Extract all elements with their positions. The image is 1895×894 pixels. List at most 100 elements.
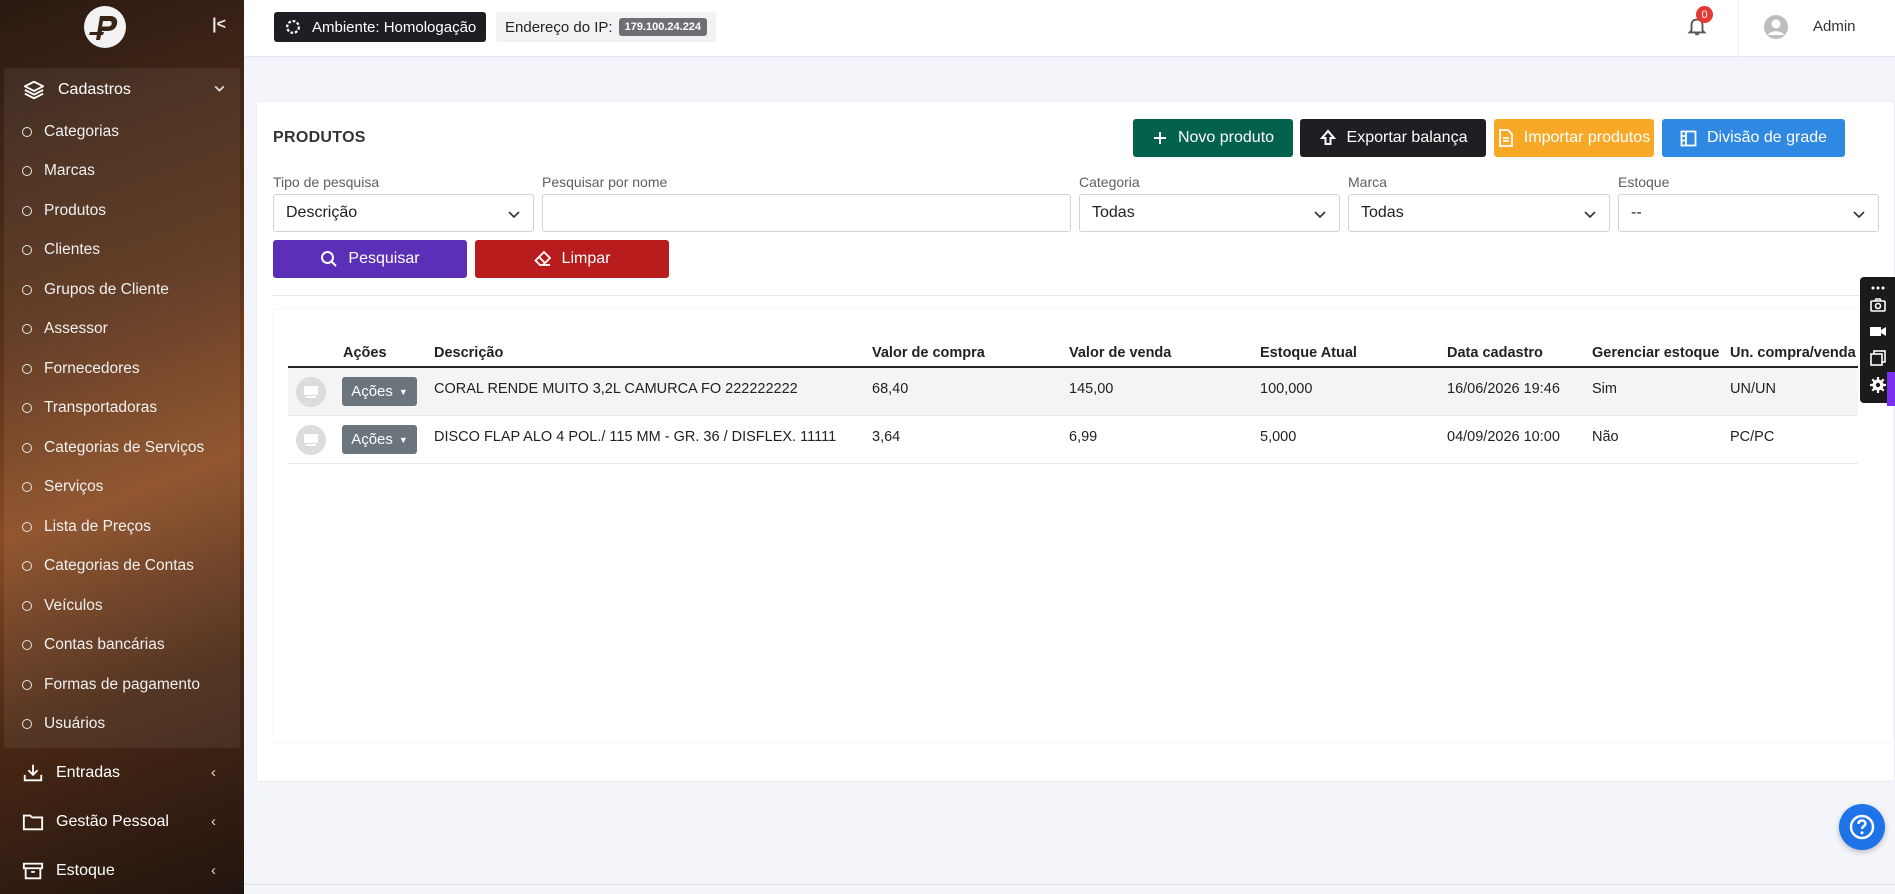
category-label: Categoria: [1079, 174, 1140, 190]
circle-icon: [22, 561, 32, 572]
circle-icon: [22, 521, 32, 532]
grid-icon: [1680, 130, 1697, 147]
grid-division-button[interactable]: Divisão de grade: [1662, 119, 1845, 157]
sidebar-item-transportadoras[interactable]: Transportadoras: [4, 389, 240, 429]
circle-icon: [22, 245, 32, 256]
search-button[interactable]: Pesquisar: [273, 240, 467, 278]
sidebar-item-usuarios[interactable]: Usuários: [4, 705, 240, 745]
search-type-select[interactable]: Descrição: [273, 194, 534, 232]
column-header-data-cadastro[interactable]: Data cadastro: [1447, 345, 1543, 361]
sidebar-group-label: Cadastros: [58, 81, 131, 98]
column-header-descricao[interactable]: Descrição: [434, 345, 503, 361]
environment-badge: Ambiente: Homologação: [274, 12, 487, 42]
archive-box-icon: [22, 860, 46, 882]
cell-estoque: 100,000: [1260, 381, 1313, 397]
clear-button[interactable]: Limpar: [475, 240, 669, 278]
circle-icon: [22, 679, 32, 690]
chevron-down-icon: [213, 82, 226, 98]
column-header-estoque-atual[interactable]: Estoque Atual: [1260, 345, 1357, 361]
page-title: PRODUTOS: [273, 129, 366, 146]
sidebar-item-marcas[interactable]: Marcas: [4, 152, 240, 192]
sidebar-item-lista-de-precos[interactable]: Lista de Preços: [4, 507, 240, 547]
sidebar-item-label: Categorias de Serviços: [44, 438, 205, 456]
circle-icon: [22, 166, 32, 177]
video-camera-icon[interactable]: [1869, 322, 1887, 340]
folder-icon: [22, 811, 46, 833]
sidebar-item-clientes[interactable]: Clientes: [4, 231, 240, 271]
stock-select[interactable]: --: [1618, 194, 1879, 232]
sidebar-item-categorias[interactable]: Categorias: [4, 112, 240, 152]
help-button[interactable]: [1839, 804, 1885, 850]
sidebar-item-label: Produtos: [44, 201, 107, 219]
sidebar-item-servicos[interactable]: Serviços: [4, 468, 240, 508]
row-actions-label: Ações: [351, 431, 393, 448]
products-table: Ações Descrição Valor de compra Valor de…: [273, 310, 1893, 742]
export-scale-button[interactable]: Exportar balança: [1300, 119, 1486, 157]
table-row[interactable]: Ações ▼ CORAL RENDE MUITO 3,2L CAMURCA FO…: [288, 368, 1858, 416]
camera-icon[interactable]: [1869, 296, 1887, 314]
cell-valor-compra: 68,40: [872, 381, 909, 397]
topbar-divider: [1738, 0, 1739, 57]
toolbar-accent-tab[interactable]: [1887, 372, 1895, 406]
sidebar-item-produtos[interactable]: Produtos: [4, 191, 240, 231]
search-icon: [320, 250, 338, 268]
cell-valor-venda: 145,00: [1069, 381, 1114, 397]
sidebar-group-gestao-pessoal[interactable]: Gestão Pessoal ‹: [0, 797, 244, 846]
sidebar-item-label: Usuários: [44, 715, 106, 733]
sidebar: |< Cadastros Categorias Marcas Produtos …: [0, 0, 244, 894]
eraser-icon: [533, 250, 552, 268]
sidebar-item-label: Serviços: [44, 478, 104, 496]
collapse-sidebar-icon[interactable]: |<: [212, 16, 226, 34]
spinner-icon: [286, 20, 300, 34]
copy-icon[interactable]: [1869, 349, 1887, 367]
cell-data-cadastro: 16/06/2026 19:46: [1447, 381, 1560, 397]
sidebar-item-contas-bancarias[interactable]: Contas bancárias: [4, 626, 240, 666]
search-name-input[interactable]: [542, 194, 1071, 232]
sidebar-item-veiculos[interactable]: Veículos: [4, 586, 240, 626]
more-dots-icon[interactable]: [1869, 283, 1887, 293]
product-image-placeholder: [296, 425, 326, 455]
clear-button-label: Limpar: [561, 250, 611, 267]
column-header-gerenciar-estoque[interactable]: Gerenciar estoque: [1592, 345, 1719, 361]
circle-icon: [22, 205, 32, 216]
sidebar-item-label: Formas de pagamento: [44, 675, 200, 693]
sidebar-group-header-cadastros[interactable]: Cadastros: [4, 68, 240, 112]
ip-label: Endereço do IP:: [505, 18, 613, 36]
user-name[interactable]: Admin: [1813, 18, 1856, 35]
sidebar-item-assessor[interactable]: Assessor: [4, 310, 240, 350]
cell-unidade: PC/PC: [1730, 429, 1775, 445]
export-scale-label: Exportar balança: [1346, 129, 1468, 146]
row-actions-dropdown[interactable]: Ações ▼: [342, 425, 417, 454]
cell-estoque: 5,000: [1260, 429, 1297, 445]
sidebar-item-categorias-de-servicos[interactable]: Categorias de Serviços: [4, 428, 240, 468]
column-header-valor-compra[interactable]: Valor de compra: [872, 345, 985, 361]
row-actions-dropdown[interactable]: Ações ▼: [342, 377, 417, 406]
sidebar-item-categorias-de-contas[interactable]: Categorias de Contas: [4, 547, 240, 587]
chevron-left-icon: ‹: [211, 813, 216, 830]
brand-logo[interactable]: [82, 4, 128, 50]
table-row[interactable]: Ações ▼ DISCO FLAP ALO 4 POL./ 115 MM - G…: [288, 416, 1858, 464]
sidebar-item-label: Transportadoras: [44, 399, 158, 417]
column-header-valor-venda[interactable]: Valor de venda: [1069, 345, 1171, 361]
cell-valor-compra: 3,64: [872, 429, 901, 445]
brand-select[interactable]: Todas: [1348, 194, 1610, 232]
sidebar-group-estoque[interactable]: Estoque ‹: [0, 846, 244, 894]
user-avatar-icon[interactable]: [1763, 14, 1789, 40]
chevron-down-icon: [1853, 211, 1865, 219]
caret-down-icon: ▼: [398, 386, 408, 397]
new-product-button[interactable]: Novo produto: [1133, 119, 1293, 157]
sidebar-item-formas-de-pagamento[interactable]: Formas de pagamento: [4, 665, 240, 705]
layers-icon: [22, 79, 46, 101]
cell-descricao: DISCO FLAP ALO 4 POL./ 115 MM - GR. 36 /…: [434, 429, 837, 445]
column-header-acoes: Ações: [343, 345, 387, 361]
import-products-button[interactable]: Importar produtos: [1494, 119, 1654, 157]
sidebar-item-fornecedores[interactable]: Fornecedores: [4, 349, 240, 389]
category-select[interactable]: Todas: [1079, 194, 1340, 232]
sidebar-item-grupos-de-cliente[interactable]: Grupos de Cliente: [4, 270, 240, 310]
column-header-unidade[interactable]: Un. compra/venda: [1730, 345, 1856, 361]
settings-gear-icon[interactable]: [1869, 376, 1887, 394]
download-tray-icon: [22, 762, 46, 784]
sidebar-group-entradas[interactable]: Entradas ‹: [0, 748, 244, 797]
product-image-placeholder: [296, 377, 326, 407]
category-value: Todas: [1092, 204, 1135, 221]
